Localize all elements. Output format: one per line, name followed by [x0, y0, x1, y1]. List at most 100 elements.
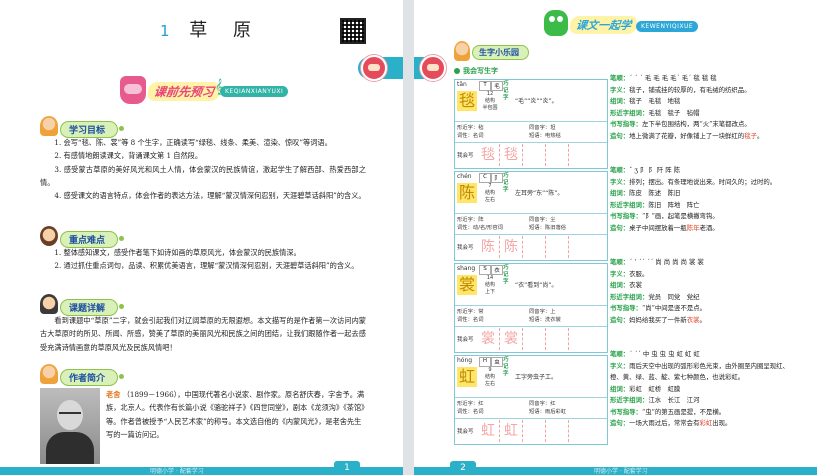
similar-char: 形近字：常 词性：名词 [457, 309, 484, 323]
character-note-block: 笔顺：ˊ ʼ ˊˊ ˊˊ 尚 尚 尚 尚 裳 裳字义：衣服。 组词：衣裳 形近字组词… [610, 257, 790, 326]
note-line: 形近字组词：党员 同党 党纪 [610, 292, 790, 304]
character: 虹 [457, 367, 477, 387]
memory-hint: 左耳旁“东”“陈”。 [515, 190, 564, 197]
goal-line: 4. 感受课文的语言特点，体会作者的表达方法，理解“蒙汉情深何忍别，天涯碧草话斜… [54, 191, 366, 201]
note-line: 组词：毯子 毛毯 地毯 [610, 96, 790, 108]
grid-cell[interactable] [546, 236, 569, 258]
note-line: 形近字组词：毛毯 毯子 毡帽 [610, 108, 790, 120]
note-key: 形近字组词： [610, 200, 649, 209]
pinyin: hóng [457, 357, 473, 364]
grid-cell[interactable] [546, 328, 569, 350]
student-icon [40, 116, 58, 136]
character-note-block: 笔顺：ˊ ˊ ˊ 毛 毛 毛 毛ˊ 毛ˊ 毯 毯 毯字义：毯子，铺或挂的较厚的，… [610, 73, 790, 142]
writing-grid[interactable]: 毯毯 [477, 144, 569, 166]
photo-body [46, 432, 94, 464]
similar-char: 形近字：阵 词性：动/名/形容词 [457, 217, 503, 231]
book-spread: 1 草 原 课前先预习 𝄞 KEQIANXIANYUXI 学习目标 1. 会写“… [0, 0, 817, 475]
note-line: 造句：一场大雨过后，常常会有彩虹出现。 [610, 418, 790, 430]
note-text: 雨后天空中出现的弧形彩色光束，由外圈至内圈呈现红、橙、黄、绿、蓝、靛、紫七种颜色… [610, 361, 789, 382]
radical-box: 阝 [491, 173, 503, 183]
note-text: 陈旧 阵地 阵亡 [648, 200, 700, 209]
memory-hint: “毛”“炎”“炎”。 [515, 98, 558, 105]
note-text: 桌子中间摆放着一瓶 [629, 223, 687, 232]
stroke-structure: 14 结构 上下 [484, 275, 495, 295]
note-key: 组词： [610, 281, 630, 289]
initial-box: S [479, 265, 491, 275]
grid-cell[interactable]: 毯 [477, 144, 500, 166]
monster-mascot-icon [544, 10, 568, 36]
key-point-line: 2. 通过抓住重点词句，品读、积累优美语言，理解“蒙汉情深何忍别，天涯碧草话斜阳… [54, 261, 359, 271]
memory-tip-label: 巧记字 [503, 357, 509, 377]
grid-cell[interactable]: 虹 [500, 420, 523, 442]
note-key: 形近字组词： [610, 292, 649, 301]
student-icon [40, 294, 58, 314]
stroke-structure: 7 结构 左右 [484, 183, 495, 203]
grid-cell[interactable]: 毯 [500, 144, 523, 166]
note-line: 字义：衣服。 [610, 269, 790, 281]
note-line: 组词：衣裳 [610, 280, 790, 292]
note-line: 造句：妈妈给我买了一件新衣裳。 [610, 315, 790, 327]
note-line: 书写指导：“尚”中间是竖不是点。 [610, 303, 790, 315]
note-line: 形近字组词：陈旧 阵地 阵亡 [610, 200, 790, 212]
character-card: hóng H 虫虹 9 结构 左右 巧记字 工字旁虫子工。 形近字：红 词性：名词 同音字：红… [454, 355, 608, 445]
grid-cell[interactable]: 裳 [500, 328, 523, 350]
grid-cell[interactable] [546, 144, 569, 166]
note-key: 字义： [610, 177, 630, 186]
note-key: 书写指导： [610, 407, 642, 416]
note-text: 妈妈给我买了一件新 [629, 315, 687, 324]
note-end: 。 [699, 315, 706, 324]
similar-char: 形近字：毡 词性：名词 [457, 125, 484, 139]
grid-cell[interactable]: 裳 [477, 328, 500, 350]
note-line: 字义：毯子，铺或挂的较厚的，有毛绒的纺织品。 [610, 85, 790, 97]
writing-grid[interactable]: 虹虹 [477, 420, 569, 442]
note-key: 字义： [610, 361, 630, 370]
page-tab-left [358, 55, 403, 81]
grid-cell[interactable]: 陈 [500, 236, 523, 258]
writing-grid[interactable]: 裳裳 [477, 328, 569, 350]
student-icon [454, 41, 470, 61]
note-text: ˊ ʼ ˊˊ ˊˊ 尚 尚 尚 尚 裳 裳 [629, 258, 704, 266]
character: 裳 [457, 275, 477, 295]
grid-cell[interactable] [523, 328, 546, 350]
divider [455, 213, 607, 214]
character-card: shang S 衣裳 14 结构 上下 巧记字 “衣”看到“尚”。 形近字：常 词性：名词 同… [454, 263, 608, 353]
note-key: 组词： [610, 384, 630, 393]
note-end: 。 [756, 131, 764, 140]
grid-cell[interactable]: 陈 [477, 236, 500, 258]
section-banner-learn: 课文一起学 KEWENYIQIXUE [544, 10, 734, 40]
note-key: 字义： [610, 85, 630, 94]
left-page: 1 草 原 课前先预习 𝄞 KEQIANXIANYUXI 学习目标 1. 会写“… [0, 0, 403, 475]
page-number: 1 [334, 461, 360, 475]
note-highlight: 陈年 [686, 223, 700, 232]
note-text: ˇ ʒ 阝 阝 阡 阵 陈 [629, 166, 681, 174]
initial-box: T [479, 81, 491, 91]
note-line: 书写指导：“虫”的第五画是提，不是横。 [610, 407, 790, 419]
radical-box: 衣 [491, 265, 503, 275]
homophone: 同音字：上 短语：洗衣裳 [529, 309, 561, 323]
key-points-text: 1. 整体感知课文，感受作者笔下如诗如画的草原风光，体会蒙汉的民族情深。 2. … [40, 246, 366, 273]
student-icon [40, 364, 58, 384]
divider [455, 142, 607, 143]
note-key: 书写指导： [610, 212, 642, 220]
grid-cell[interactable] [546, 420, 569, 442]
memory-tip-label: 巧记字 [503, 265, 509, 285]
note-text: 衣服。 [629, 269, 649, 278]
writing-grid[interactable]: 陈陈 [477, 236, 569, 258]
write-label: 我会写 [457, 429, 474, 435]
page-tab-right [414, 55, 446, 81]
grid-cell[interactable] [523, 236, 546, 258]
grid-cell[interactable] [523, 144, 546, 166]
divider [455, 305, 607, 306]
qr-code-icon[interactable] [340, 18, 366, 44]
note-text: 毛毯 毯子 毡帽 [648, 108, 700, 117]
note-key: 形近字组词： [610, 108, 649, 117]
right-page: 课文一起学 KEWENYIQIXUE 生字小乐园 我会写生字 tǎn T 毛毯 12 … [414, 0, 817, 475]
section-title: 作者简介 [60, 369, 125, 386]
author-bio-text: （1899－1966），中国现代著名小说家、剧作家。原名舒庆春，字舍予。满族，北… [106, 390, 365, 439]
radical-box: 虫 [491, 357, 503, 367]
goal-line: 1. 会写“毯、陈、裳”等 8 个生字，正确读写“绿毯、线条、柔美、渲染、惊叹”… [54, 138, 332, 147]
grid-cell[interactable]: 虹 [477, 420, 500, 442]
note-key: 字义： [610, 269, 630, 278]
goals-text: 1. 会写“毯、陈、裳”等 8 个生字，正确读写“绿毯、线条、柔美、渲染、惊叹”… [40, 136, 366, 202]
grid-cell[interactable] [523, 420, 546, 442]
